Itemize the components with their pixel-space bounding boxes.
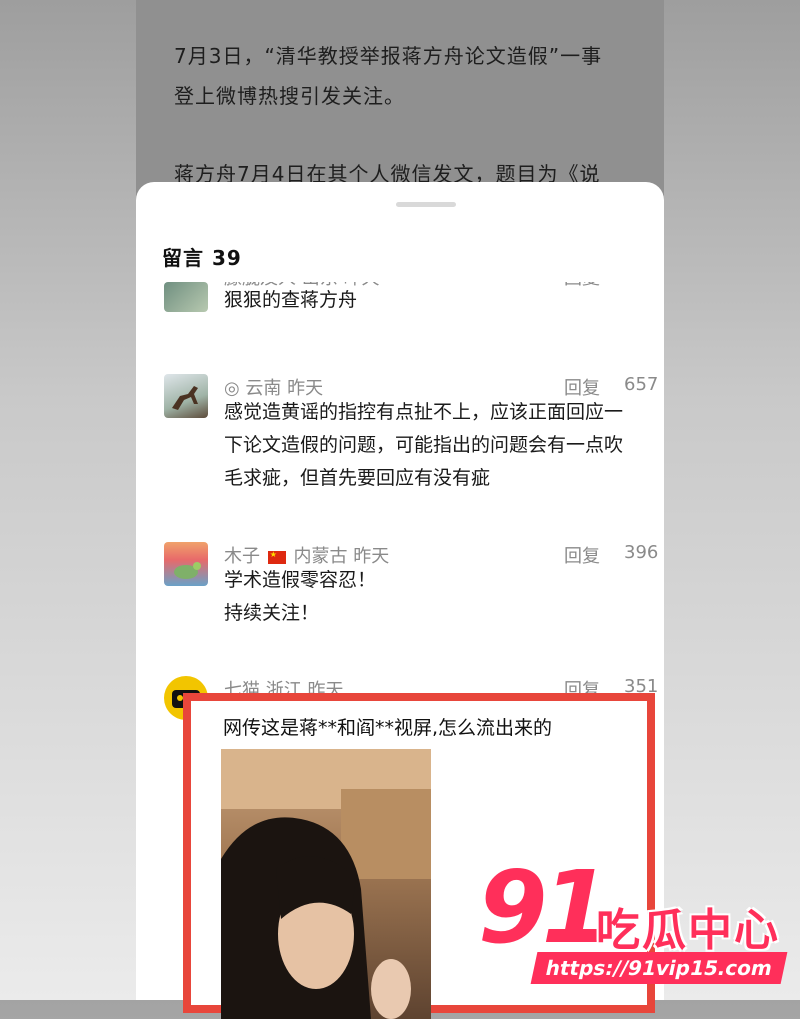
horse-rider-icon — [172, 386, 198, 410]
person-photo-illustration — [221, 749, 431, 1019]
watermark-number: 91 — [478, 849, 611, 966]
comment-line: 狠狠的查蒋方舟 — [224, 289, 358, 311]
turtle-icon — [174, 562, 201, 579]
watermark-url: https://91vip15.com — [530, 952, 788, 984]
like-count[interactable]: 657 — [624, 374, 658, 395]
comment-line: 学术造假零容忍！ — [224, 569, 377, 591]
article-content: 7月3日，“清华教授举报蒋方舟论文造假”一事 登上微博热搜引发关注。 蒋方舟7月… — [136, 0, 664, 200]
blurred-background-left — [0, 0, 136, 1000]
comment-line: 持续关注！ — [224, 602, 320, 624]
comment-line: 感觉造黄谣的指控有点扯不上，应该正面回应一 — [224, 401, 624, 423]
article-paragraph-line: 登上微博热搜引发关注。 — [174, 84, 405, 108]
comments-title: 留言 39 — [162, 246, 242, 270]
sheet-drag-handle[interactable] — [396, 202, 456, 207]
evidence-caption: 网传这是蒋**和阎**视屏,怎么流出来的 — [223, 717, 553, 739]
comment-line: 下论文造假的问题，可能指出的问题会有一点吹 — [224, 434, 624, 456]
user-avatar[interactable] — [164, 282, 208, 312]
blurred-background-right — [664, 0, 800, 1000]
user-avatar[interactable] — [164, 542, 208, 586]
article-paragraph-line: 7月3日，“清华教授举报蒋方舟论文造假”一事 — [174, 44, 603, 68]
comment-text: 学术造假零容忍！ 持续关注！ — [224, 564, 664, 630]
comment-text: 狠狠的查蒋方舟 — [224, 284, 664, 317]
comment-text: 感觉造黄谣的指控有点扯不上，应该正面回应一 下论文造假的问题，可能指出的问题会有… — [224, 396, 664, 495]
like-count[interactable]: 396 — [624, 542, 658, 563]
video-screenshot-photo — [221, 749, 431, 1019]
user-avatar[interactable] — [164, 374, 208, 418]
site-watermark-logo: 91 吃瓜中心 https://91vip15.com — [478, 858, 788, 988]
china-flag-icon — [267, 550, 286, 564]
comment-line: 毛求疵，但首先要回应有没有疵 — [224, 467, 491, 489]
watermark-chinese-text: 吃瓜中心 — [596, 905, 780, 956]
